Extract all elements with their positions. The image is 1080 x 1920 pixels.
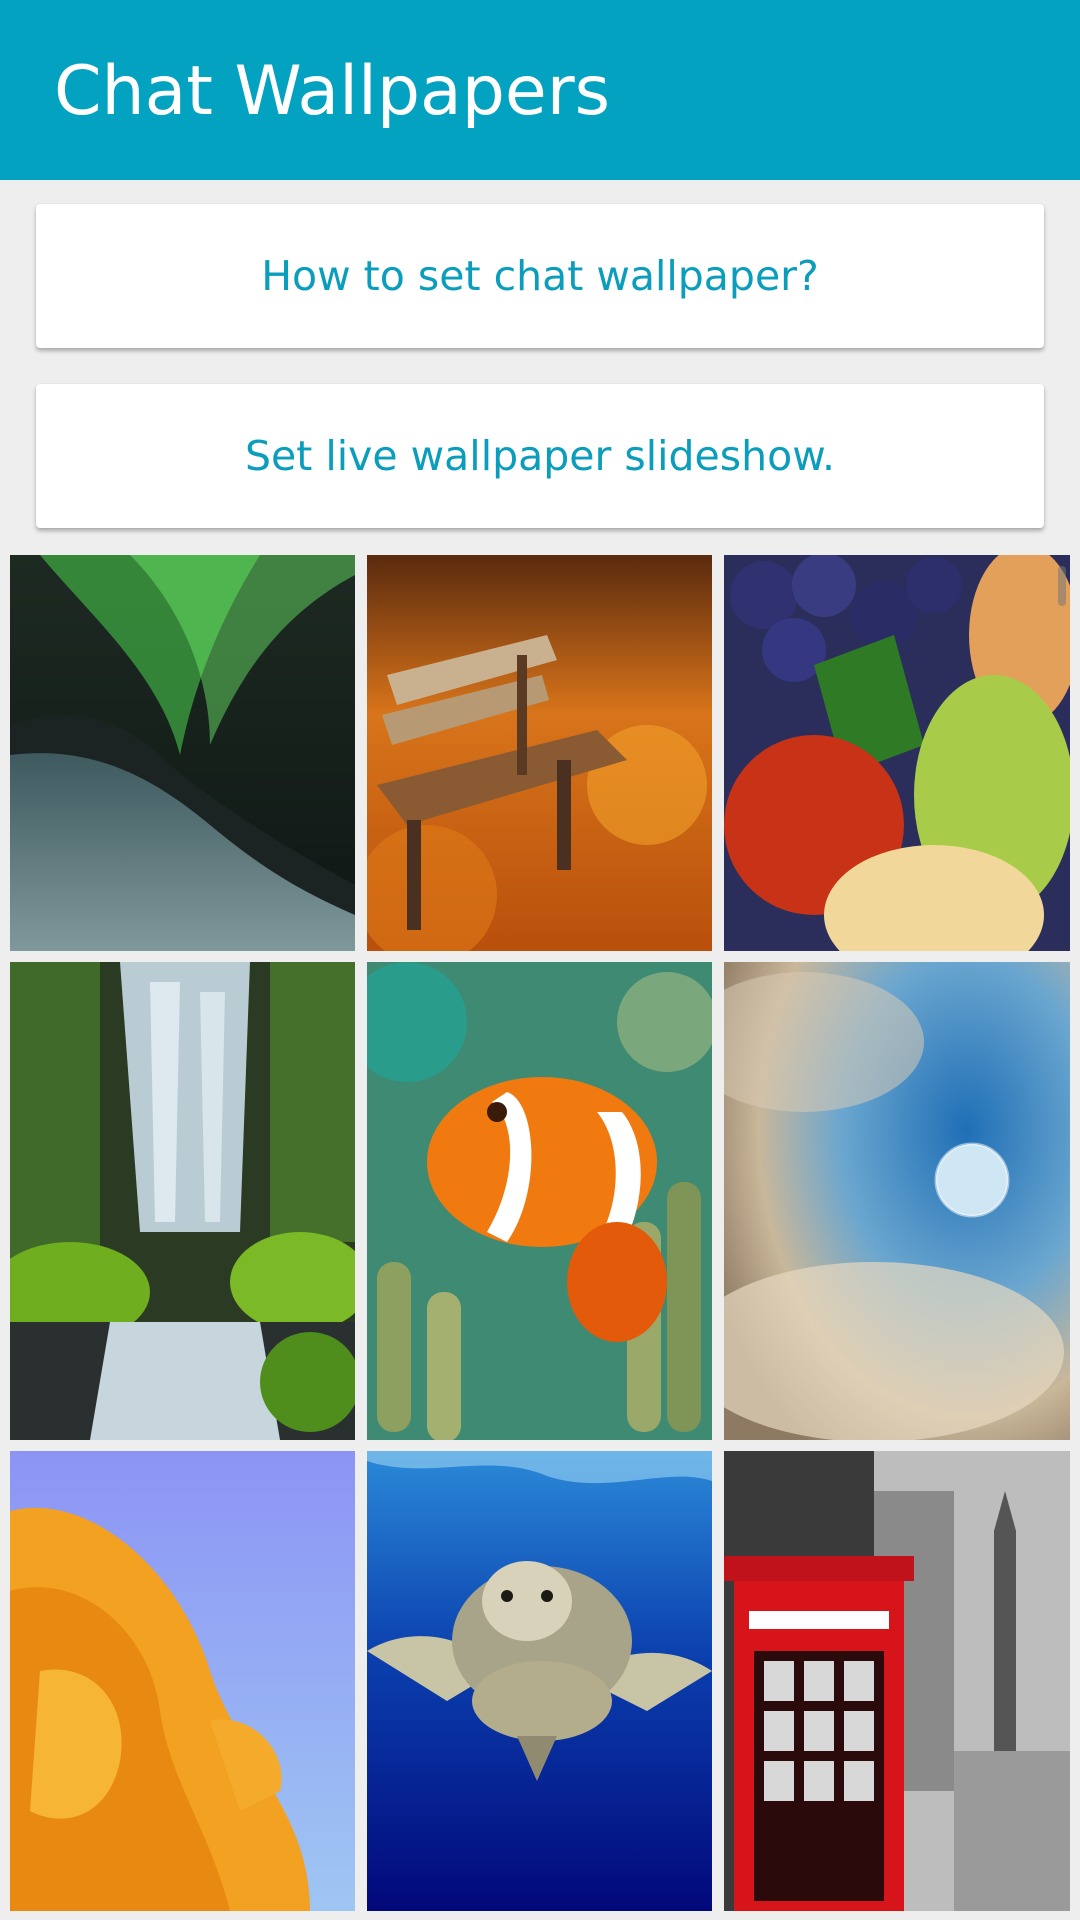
aurora-image xyxy=(10,555,355,951)
scrollbar-thumb[interactable] xyxy=(1058,566,1066,606)
moon-image xyxy=(724,962,1070,1440)
rose-image xyxy=(10,1451,355,1911)
how-to-set-wallpaper-button[interactable]: How to set chat wallpaper? xyxy=(36,204,1044,348)
waterfall-image xyxy=(10,962,355,1440)
live-wallpaper-slideshow-button[interactable]: Set live wallpaper slideshow. xyxy=(36,384,1044,528)
clownfish-image xyxy=(367,962,712,1440)
wallpaper-thumbnail-aurora[interactable] xyxy=(10,555,355,951)
wallpaper-thumbnail-rose[interactable] xyxy=(10,1451,355,1911)
fruit-image xyxy=(724,555,1070,951)
telephone-box-image xyxy=(724,1451,1070,1911)
wallpaper-thumbnail-bench[interactable] xyxy=(367,555,712,951)
how-to-set-wallpaper-label: How to set chat wallpaper? xyxy=(261,252,819,300)
wallpaper-thumbnail-clownfish[interactable] xyxy=(367,962,712,1440)
bench-image xyxy=(367,555,712,951)
wallpaper-thumbnail-waterfall[interactable] xyxy=(10,962,355,1440)
wallpaper-thumbnail-telephone-box[interactable] xyxy=(724,1451,1070,1911)
turtle-image xyxy=(367,1451,712,1911)
live-wallpaper-slideshow-label: Set live wallpaper slideshow. xyxy=(244,432,835,480)
app-bar: Chat Wallpapers xyxy=(0,0,1080,180)
wallpaper-thumbnail-turtle[interactable] xyxy=(367,1451,712,1911)
page-title: Chat Wallpapers xyxy=(54,52,611,131)
wallpaper-thumbnail-fruit[interactable] xyxy=(724,555,1070,951)
wallpaper-thumbnail-moon[interactable] xyxy=(724,962,1070,1440)
